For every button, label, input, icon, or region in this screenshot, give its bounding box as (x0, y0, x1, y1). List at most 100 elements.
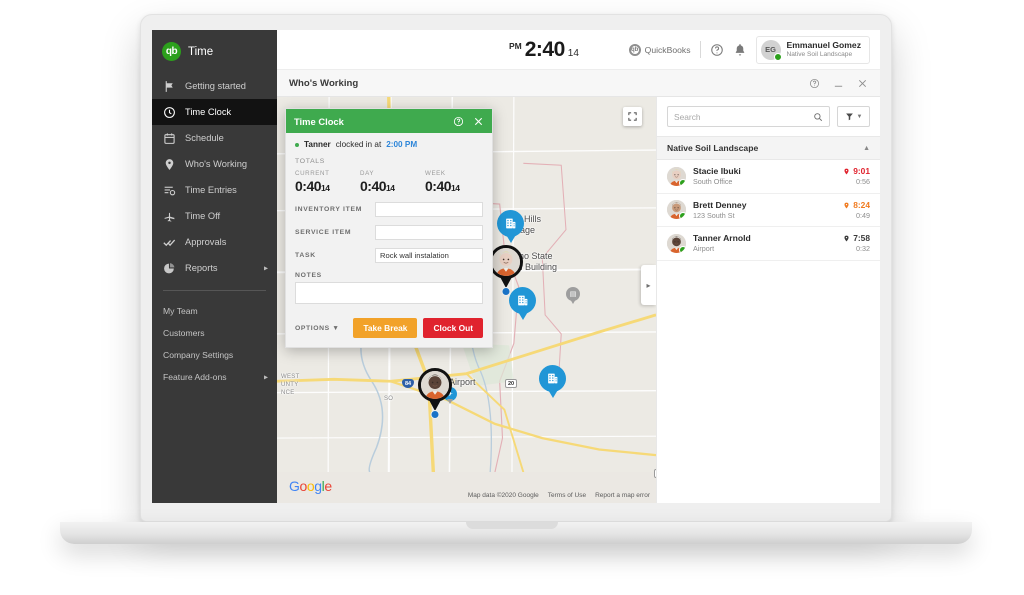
worker-duration: 0:56 (843, 177, 870, 186)
sidebar-item-label: Feature Add-ons (163, 372, 227, 382)
sidebar-item-label: Time Off (185, 211, 220, 221)
sidebar-item-time-entries[interactable]: Time Entries (152, 177, 277, 203)
notes-textarea[interactable] (295, 282, 483, 304)
time-clock-fields: INVENTORY ITEM SERVICE ITEM TASK (295, 202, 483, 263)
bell-icon[interactable] (733, 43, 747, 57)
clock-seconds: 14 (568, 48, 579, 59)
main-area: PM 2:40 14 qb QuickBooks (277, 30, 880, 503)
worker-list-item[interactable]: Stacie IbukiSouth Office9:010:56 (657, 160, 880, 194)
worker-clock-in-time: 8:24 (853, 200, 870, 211)
search-box[interactable] (667, 106, 830, 127)
terms-of-use-link[interactable]: Terms of Use (548, 492, 586, 499)
sidebar-divider (163, 290, 266, 291)
service-item-input[interactable] (375, 225, 483, 240)
worker-list-item[interactable]: Brett Denney123 South St8:240:49 (657, 194, 880, 228)
topbar-right: qb QuickBooks EG Emm (629, 36, 870, 64)
sidebar-item-feature-add-ons[interactable]: Feature Add-ons▸ (152, 366, 277, 388)
flag-icon (163, 80, 176, 93)
help-circle-icon[interactable] (710, 43, 724, 57)
worker-name: Tanner Arnold (693, 233, 843, 244)
sidebar-item-label: Time Clock (185, 107, 231, 117)
total-hours: 0:40 (360, 178, 386, 194)
report-map-error-link[interactable]: Report a map error (595, 492, 650, 499)
sidebar-secondary-nav: My TeamCustomersCompany SettingsFeature … (152, 300, 277, 388)
worker-times: 9:010:56 (843, 166, 870, 186)
location-pin-icon (843, 201, 850, 210)
map-worker-pin[interactable] (418, 368, 452, 414)
list-clock-icon (163, 184, 176, 197)
worker-group-header[interactable]: Native Soil Landscape ▲ (657, 136, 880, 160)
sidebar-item-time-off[interactable]: Time Off (152, 203, 277, 229)
sidebar-item-my-team[interactable]: My Team (152, 300, 277, 322)
clock-out-button[interactable]: Clock Out (423, 318, 483, 338)
sidebar-item-who-s-working[interactable]: Who's Working (152, 151, 277, 177)
field-label: TASK (295, 252, 375, 259)
worker-name: Brett Denney (693, 200, 843, 211)
quickbooks-logo-icon: qb (162, 42, 181, 61)
sidebar-item-approvals[interactable]: Approvals (152, 229, 277, 255)
avatar (667, 167, 686, 186)
totals-label: TOTALS (295, 158, 483, 165)
total-current: CURRENT0:4014 (295, 170, 353, 194)
pin-location-dot (502, 287, 511, 296)
clock-icon (163, 106, 176, 119)
total-seconds: 14 (386, 183, 394, 193)
sidebar-item-customers[interactable]: Customers (152, 322, 277, 344)
total-seconds: 14 (451, 183, 459, 193)
map-building-pin[interactable] (509, 287, 536, 321)
take-break-button[interactable]: Take Break (353, 318, 417, 338)
sidebar-item-label: Getting started (185, 81, 246, 91)
brand-label: Time (188, 46, 213, 58)
time-clock-modal: Time Clock (285, 108, 493, 348)
sidebar-item-time-clock[interactable]: Time Clock (152, 99, 277, 125)
quickbooks-mark-icon: qb (629, 44, 641, 56)
place-poi-icon[interactable]: ▤ (566, 287, 580, 305)
search-input[interactable] (674, 112, 813, 122)
total-seconds: 14 (321, 183, 329, 193)
help-circle-icon[interactable] (809, 78, 820, 89)
task-input[interactable] (375, 248, 483, 263)
sidebar-item-reports[interactable]: Reports▸ (152, 255, 277, 281)
user-menu[interactable]: EG Emmanuel Gomez Native Soil Landscape (756, 36, 871, 64)
options-button[interactable]: OPTIONS ▼ (295, 325, 340, 332)
airplane-icon (163, 210, 176, 223)
brand[interactable]: qb Time (152, 30, 277, 73)
inventory-item-input[interactable] (375, 202, 483, 217)
chevron-right-icon[interactable]: ▸ (641, 265, 656, 305)
filter-button[interactable]: ▼ (837, 106, 870, 127)
status-text: clocked in at (336, 140, 382, 149)
time-clock-modal-title: Time Clock (294, 116, 344, 127)
highway-shield-icon: 21 (654, 469, 656, 478)
panel-toolbar: ▼ (657, 97, 880, 136)
field-label: INVENTORY ITEM (295, 206, 375, 213)
sidebar-item-label: Approvals (185, 237, 226, 247)
location-pin-icon (163, 158, 176, 171)
clock-time: 2:40 (525, 38, 565, 62)
highway-shield-icon: 20 (505, 379, 517, 388)
close-icon[interactable] (473, 116, 484, 127)
laptop-notch (466, 522, 558, 529)
map-building-pin[interactable] (539, 365, 566, 399)
double-check-icon (163, 236, 176, 249)
fullscreen-icon[interactable] (623, 107, 642, 126)
live-clock: PM 2:40 14 (509, 38, 579, 62)
minimize-icon[interactable] (833, 78, 844, 89)
total-hours: 0:40 (425, 178, 451, 194)
map-building-pin[interactable] (497, 210, 524, 244)
sidebar-item-schedule[interactable]: Schedule (152, 125, 277, 151)
field-row-service-item: SERVICE ITEM (295, 225, 483, 240)
close-icon[interactable] (857, 78, 868, 89)
map-worker-pin[interactable] (489, 245, 523, 291)
help-circle-icon[interactable] (453, 116, 464, 127)
worker-group-title: Native Soil Landscape (667, 143, 758, 153)
total-caption: WEEK (425, 170, 483, 177)
worker-list-item[interactable]: Tanner ArnoldAirport7:580:32 (657, 227, 880, 261)
location-pin-icon (843, 234, 850, 243)
quickbooks-brand[interactable]: qb QuickBooks (629, 44, 691, 56)
status-worker-name: Tanner (304, 140, 331, 149)
sidebar-item-getting-started[interactable]: Getting started (152, 73, 277, 99)
user-name: Emmanuel Gomez (787, 40, 862, 51)
sidebar-item-company-settings[interactable]: Company Settings (152, 344, 277, 366)
worker-times: 7:580:32 (843, 233, 870, 253)
worker-location: South Office (693, 177, 843, 186)
